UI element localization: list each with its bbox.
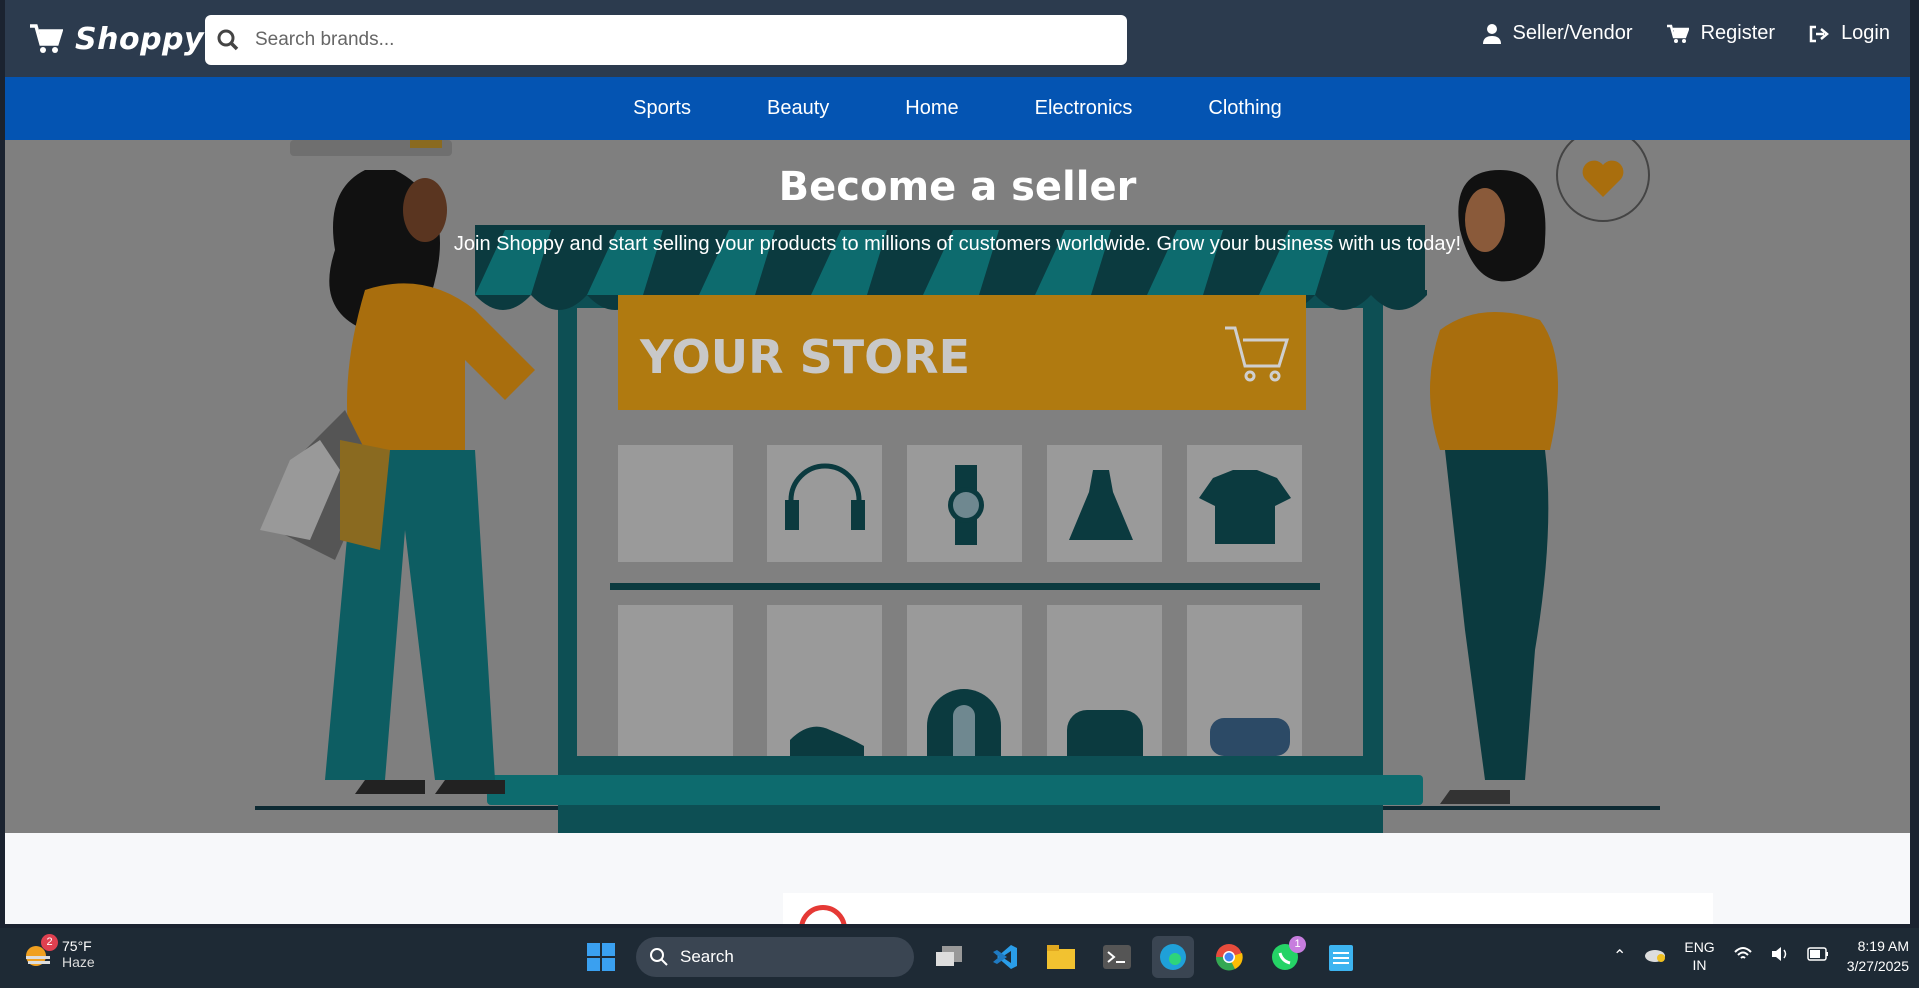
category-beauty[interactable]: Beauty: [729, 97, 867, 120]
category-electronics[interactable]: Electronics: [997, 97, 1171, 120]
search-bar[interactable]: [205, 15, 1127, 65]
top-navbar: Shoppy Seller/Vendor R: [5, 0, 1910, 77]
search-input[interactable]: [255, 29, 1075, 51]
clock-date: 3/27/2025: [1846, 958, 1909, 974]
battery-icon[interactable]: [1806, 946, 1829, 966]
seller-vendor-link[interactable]: Seller/Vendor: [1482, 22, 1633, 45]
whatsapp-icon[interactable]: 1: [1264, 936, 1306, 978]
become-seller-hero: Become a seller Join Shoppy and start se…: [5, 140, 1910, 833]
language-indicator[interactable]: ENG IN: [1684, 938, 1714, 974]
user-icon: [1482, 23, 1501, 44]
weather-desc: Haze: [62, 954, 95, 970]
windows-taskbar: 2 75°F Haze Search 1 ⌃ ENG IN 8:19 AM 3/…: [0, 928, 1919, 988]
login-link[interactable]: Login: [1809, 22, 1890, 45]
lang-line1: ENG: [1684, 939, 1715, 955]
edge-browser-icon[interactable]: [1152, 936, 1194, 978]
weather-temp: 75°F: [62, 938, 92, 954]
taskbar-search-label: Search: [680, 947, 734, 966]
store-sign-text: YOUR STORE: [640, 330, 971, 384]
wifi-icon[interactable]: [1733, 946, 1753, 967]
taskbar-apps: Search 1: [580, 936, 1362, 978]
hero-title: Become a seller: [778, 164, 1137, 210]
hero-subtitle: Join Shoppy and start selling your produ…: [453, 233, 1462, 255]
task-view-icon[interactable]: [928, 936, 970, 978]
search-icon: [650, 948, 668, 966]
header-links: Seller/Vendor Register Login: [1482, 22, 1890, 45]
start-button[interactable]: [580, 936, 622, 978]
system-tray: ⌃ ENG IN 8:19 AM 3/27/2025: [1613, 936, 1909, 976]
weather-widget[interactable]: 2 75°F Haze: [22, 934, 95, 970]
weather-badge: 2: [41, 934, 58, 951]
lang-line2: IN: [1692, 957, 1707, 973]
register-label: Register: [1700, 22, 1776, 44]
chevron-up-icon[interactable]: ⌃: [1613, 946, 1626, 966]
card-logo-fragment: [799, 905, 847, 924]
notepad-icon[interactable]: [1320, 936, 1362, 978]
category-home[interactable]: Home: [867, 97, 996, 120]
terminal-icon[interactable]: [1096, 936, 1138, 978]
login-label: Login: [1841, 22, 1890, 44]
category-sports[interactable]: Sports: [595, 97, 729, 120]
file-explorer-icon[interactable]: [1040, 936, 1082, 978]
volume-icon[interactable]: [1771, 946, 1789, 967]
browser-viewport: Shoppy Seller/Vendor R: [5, 0, 1910, 924]
cart-icon: [1666, 24, 1689, 43]
brand-name: Shoppy: [75, 21, 205, 57]
taskbar-search[interactable]: Search: [636, 937, 914, 977]
weather-icon: 2: [22, 934, 58, 970]
register-link[interactable]: Register: [1666, 22, 1776, 45]
clock-time: 8:19 AM: [1857, 938, 1909, 954]
cart-logo-icon: [30, 24, 63, 53]
content-card: [783, 893, 1713, 924]
brand-logo[interactable]: Shoppy: [29, 18, 204, 60]
category-clothing[interactable]: Clothing: [1170, 97, 1319, 120]
search-icon: [217, 29, 239, 51]
windows-icon: [587, 943, 615, 971]
onedrive-icon[interactable]: [1644, 946, 1666, 967]
whatsapp-badge: 1: [1289, 936, 1306, 953]
login-icon: [1809, 25, 1830, 42]
clock[interactable]: 8:19 AM 3/27/2025: [1847, 936, 1909, 976]
vscode-icon[interactable]: [984, 936, 1026, 978]
seller-vendor-label: Seller/Vendor: [1512, 22, 1633, 44]
category-nav: Sports Beauty Home Electronics Clothing: [5, 77, 1910, 140]
chrome-icon[interactable]: [1208, 936, 1250, 978]
